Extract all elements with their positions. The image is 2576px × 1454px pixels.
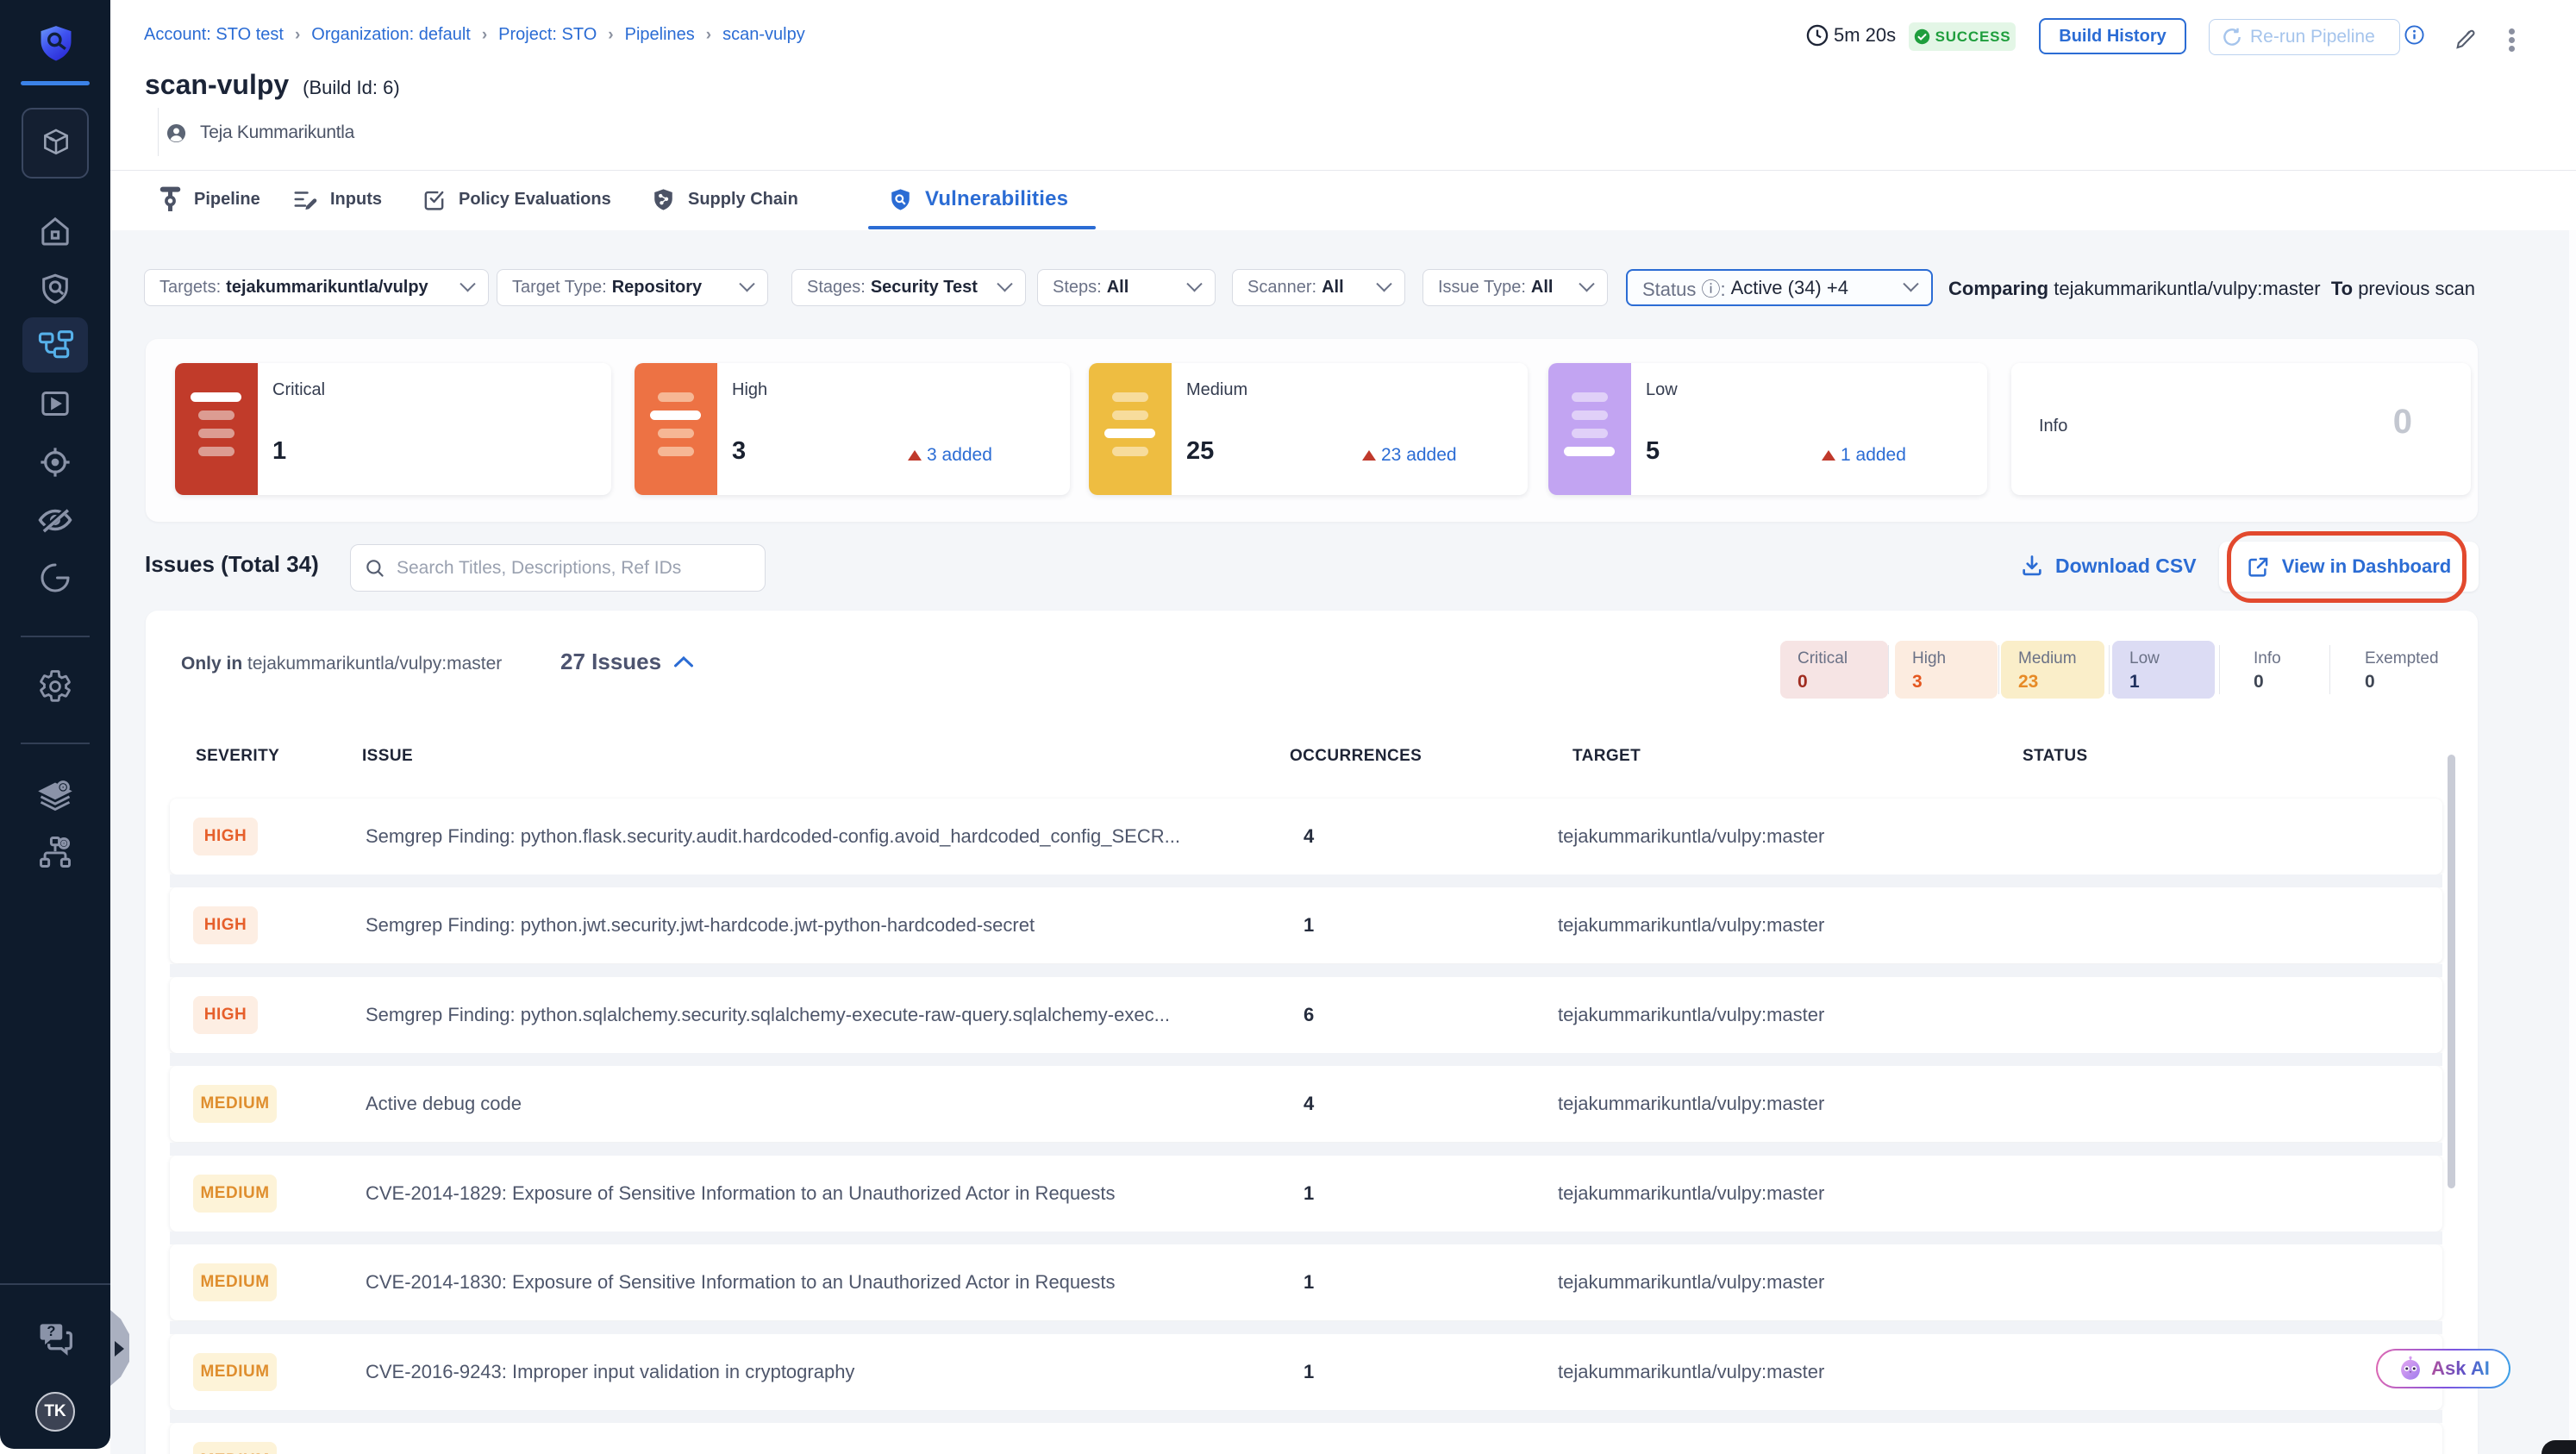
svg-text:?: ? <box>47 1324 55 1339</box>
